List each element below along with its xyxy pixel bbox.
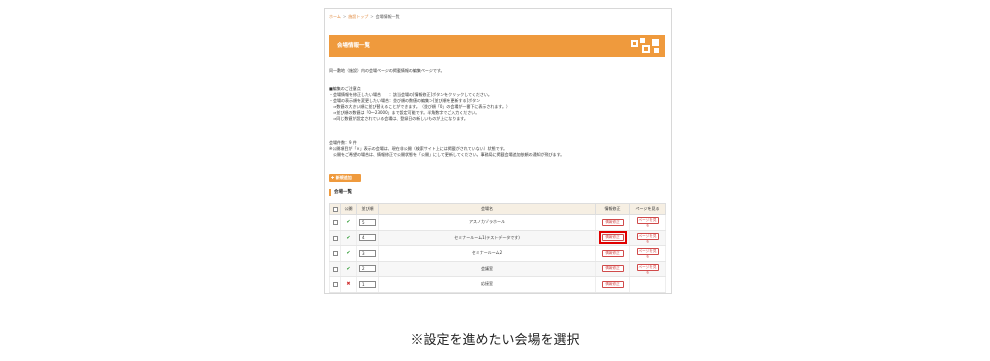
breadcrumb: ホーム > 施設トップ > 会場情報一覧 — [329, 14, 400, 19]
venue-name: セミナールーム1(テストデータです) — [378, 230, 596, 246]
view-page-button[interactable]: ページを見る — [636, 232, 659, 243]
public-check-icon: ✔ — [346, 250, 351, 257]
order-input[interactable]: 2 — [359, 265, 376, 273]
screenshot-frame: ホーム > 施設トップ > 会場情報一覧 会場情報一覧 同一敷地（施設）内の会場ページの… — [324, 8, 672, 294]
add-new-button[interactable]: ✚ 新規追加 — [329, 174, 361, 182]
column-header-order: 並び順 — [356, 203, 379, 215]
table-row: ✔ 4 セミナールーム1(テストデータです) 情報修正 ページを見る — [329, 230, 666, 246]
page: ホーム > 施設トップ > 会場情報一覧 会場情報一覧 同一敷地（施設）内の会場ページの… — [0, 0, 990, 361]
public-check-icon: ✔ — [346, 265, 351, 272]
header-decoration-icon — [631, 38, 659, 53]
breadcrumb-current: 会場情報一覧 — [375, 14, 400, 19]
venue-name: 会議室 — [378, 261, 596, 277]
venue-table: 公開 並び順 会場名 情報修正 ページを見る ✔ 5 アスノカゾラホール 情報修… — [329, 203, 666, 293]
order-input[interactable]: 3 — [359, 249, 376, 257]
view-page-button[interactable]: ページを見る — [636, 217, 659, 227]
edit-button[interactable]: 情報修正 — [601, 234, 624, 242]
highlight-frame: 情報修正 — [598, 231, 627, 245]
count-note: 公開をご希望の場合は、情報修正で公開状態を「公開」にして更新してください。事務局… — [329, 152, 565, 157]
page-title: 会場情報一覧 — [337, 43, 371, 49]
view-page-button[interactable]: ページを見る — [636, 263, 659, 274]
view-page-empty — [629, 276, 666, 293]
order-input[interactable]: 5 — [359, 218, 376, 226]
notes-line: ⇒同じ数値が設定されている会場は、登録日の新しいものが上になります。 — [329, 116, 468, 121]
edit-button[interactable]: 情報修正 — [601, 265, 624, 273]
row-checkbox[interactable] — [332, 251, 338, 256]
venue-name: 応接室 — [378, 276, 596, 293]
table-row: ✔ 3 セミナールーム2 情報修正 ページを見る — [329, 245, 666, 262]
row-checkbox[interactable] — [332, 282, 338, 287]
row-checkbox[interactable] — [332, 235, 338, 241]
table-row: ✔ 5 アスノカゾラホール 情報修正 ページを見る — [329, 214, 666, 231]
instruction-caption: ※設定を進めたい会場を選択 — [410, 333, 580, 348]
table-header-row: 公開 並び順 会場名 情報修正 ページを見る — [329, 203, 666, 215]
venue-list-title: 会場一覧 — [329, 189, 352, 196]
edit-button[interactable]: 情報修正 — [601, 249, 624, 257]
view-page-button[interactable]: ページを見る — [636, 248, 659, 258]
column-header-public: 公開 — [340, 203, 357, 215]
table-row: ✖ 1 応接室 情報修正 — [329, 276, 666, 293]
column-header-view: ページを見る — [629, 203, 666, 215]
column-header-venue-name: 会場名 — [378, 203, 596, 215]
public-check-icon: ✔ — [346, 219, 351, 226]
column-header-edit: 情報修正 — [595, 203, 630, 215]
public-check-icon: ✔ — [346, 234, 351, 241]
venue-name: アスノカゾラホール — [378, 214, 596, 231]
breadcrumb-home-link[interactable]: ホーム — [329, 14, 341, 19]
intro-text: 同一敷地（施設）内の会場ページの掲載情報の編集ページです。 — [329, 68, 445, 73]
order-input[interactable]: 1 — [359, 280, 376, 288]
page-header-bar: 会場情報一覧 — [329, 35, 665, 57]
edit-button[interactable]: 情報修正 — [601, 280, 624, 288]
venue-name: セミナールーム2 — [378, 245, 596, 262]
row-checkbox[interactable] — [332, 220, 338, 225]
table-row: ✔ 2 会議室 情報修正 ページを見る — [329, 261, 666, 277]
breadcrumb-facility-top-link[interactable]: 施設トップ — [348, 14, 368, 19]
edit-button[interactable]: 情報修正 — [601, 218, 624, 226]
row-checkbox[interactable] — [332, 266, 338, 272]
select-all-checkbox[interactable] — [329, 203, 341, 215]
private-cross-icon: ✖ — [346, 281, 351, 288]
breadcrumb-separator: > — [342, 14, 347, 19]
order-input[interactable]: 4 — [359, 234, 376, 242]
breadcrumb-separator: > — [370, 14, 374, 19]
